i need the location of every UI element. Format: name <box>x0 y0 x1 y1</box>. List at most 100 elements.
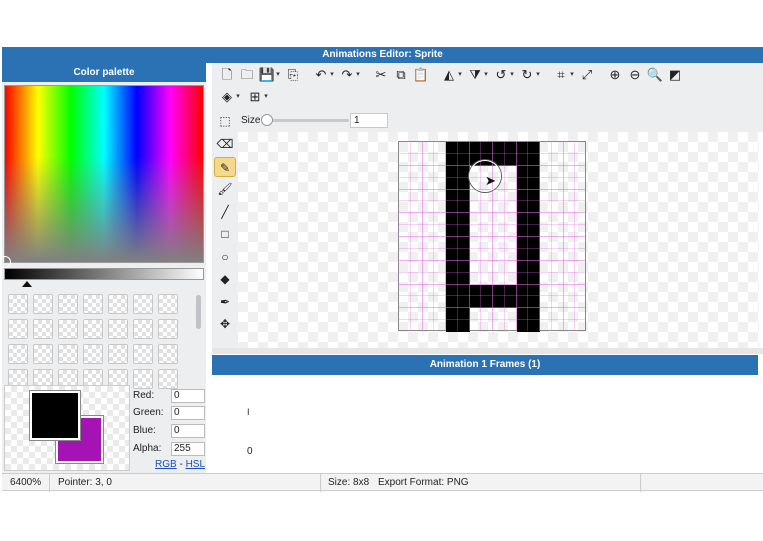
sprite-pixel <box>516 142 540 166</box>
dropdown-caret-icon[interactable]: ▾ <box>274 66 282 84</box>
alpha-label: Alpha: <box>133 443 162 454</box>
dropdown-caret-icon[interactable]: ▾ <box>508 66 516 84</box>
palette-swatch[interactable] <box>8 319 28 339</box>
pixel-grid-line <box>398 307 586 309</box>
sprite-pixel <box>446 213 470 237</box>
palette-swatch[interactable] <box>133 369 153 389</box>
palette-swatch[interactable] <box>158 344 178 364</box>
ellipse-tool-icon[interactable]: ○ <box>214 247 236 267</box>
dropdown-caret-icon[interactable]: ▾ <box>482 66 490 84</box>
brush-tool-icon[interactable]: 🖌 <box>214 179 236 199</box>
size-input[interactable]: 1 <box>350 113 388 128</box>
zoom-fit-icon[interactable]: 🔍 <box>646 66 664 84</box>
palette-swatch[interactable] <box>133 344 153 364</box>
brightness-slider[interactable] <box>4 268 204 280</box>
cut-icon[interactable]: ✂ <box>372 66 390 84</box>
palette-swatch[interactable] <box>108 344 128 364</box>
palette-swatch[interactable] <box>58 344 78 364</box>
size-slider-thumb[interactable] <box>261 114 273 126</box>
alpha-input[interactable]: 255 <box>171 442 205 456</box>
red-label: Red: <box>133 390 155 401</box>
paste-icon[interactable]: 📋 <box>412 66 430 84</box>
sprite-pixel <box>469 284 493 309</box>
fill-tool-icon[interactable]: ◆ <box>214 269 236 289</box>
dropdown-caret-icon[interactable]: ▾ <box>568 66 576 84</box>
palette-swatch[interactable] <box>133 319 153 339</box>
color-spectrum[interactable] <box>4 85 204 263</box>
brightness-marker[interactable] <box>22 281 32 287</box>
blue-label: Blue: <box>133 425 156 436</box>
selection-icon[interactable]: ⬚ <box>216 112 234 130</box>
resize-icon[interactable]: ⤢ <box>578 66 596 84</box>
line-tool-icon[interactable]: ╱ <box>214 202 236 222</box>
import-icon[interactable]: ⎘ <box>284 66 302 84</box>
frame-marker[interactable]: I <box>247 407 250 417</box>
eraser-tool-icon[interactable]: ⌫ <box>214 134 236 154</box>
palette-swatch[interactable] <box>83 319 103 339</box>
foreground-color-swatch[interactable] <box>30 391 80 440</box>
palette-swatch[interactable] <box>133 294 153 314</box>
palette-swatch[interactable] <box>33 294 53 314</box>
status-bar: 6400% Pointer: 3, 0 Size: 8x8 Export For… <box>2 473 763 492</box>
palette-swatch[interactable] <box>33 344 53 364</box>
palette-swatch[interactable] <box>158 319 178 339</box>
palette-swatch[interactable] <box>83 294 103 314</box>
blue-input[interactable]: 0 <box>171 424 205 438</box>
green-label: Green: <box>133 407 164 418</box>
pixel-grid-line <box>398 319 586 321</box>
pixel-grid-line <box>398 236 586 237</box>
rectangle-tool-icon[interactable]: □ <box>214 224 236 244</box>
dropdown-caret-icon[interactable]: ▾ <box>534 66 542 84</box>
size-slider-track[interactable] <box>265 119 349 122</box>
sprite-pixel <box>516 213 540 237</box>
link-separator: - <box>176 459 186 470</box>
move-tool-icon[interactable]: ✥ <box>214 314 236 334</box>
copy-icon[interactable]: ⧉ <box>392 66 410 84</box>
window-title: Animations Editor: Sprite <box>2 47 763 63</box>
pixel-grid-line <box>398 295 586 297</box>
dropdown-caret-icon[interactable]: ▾ <box>262 88 270 106</box>
transparency-icon[interactable]: ◩ <box>666 66 684 84</box>
palette-swatch[interactable] <box>158 294 178 314</box>
hsl-link[interactable]: HSL <box>186 459 205 470</box>
palette-swatch[interactable] <box>108 319 128 339</box>
pixel-grid-line <box>539 141 540 331</box>
new-file-icon[interactable]: 🗋 <box>218 66 236 84</box>
sprite-pixel <box>446 237 470 261</box>
dropdown-caret-icon[interactable]: ▾ <box>354 66 362 84</box>
red-input[interactable]: 0 <box>171 389 205 403</box>
status-divider <box>49 474 50 492</box>
rgb-link[interactable]: RGB <box>155 459 177 470</box>
zoom-out-icon[interactable]: ⊖ <box>626 66 644 84</box>
palette-swatch[interactable] <box>58 319 78 339</box>
palette-swatch[interactable] <box>58 294 78 314</box>
palette-swatch[interactable] <box>8 294 28 314</box>
palette-scrollbar[interactable] <box>196 295 201 329</box>
eyedropper-tool-icon[interactable]: ✒ <box>214 292 236 312</box>
palette-swatch[interactable] <box>158 369 178 389</box>
palette-swatch[interactable] <box>33 319 53 339</box>
sprite-pixel <box>516 284 540 309</box>
color-palette-title: Color palette <box>2 63 206 82</box>
sprite-pixel <box>516 237 540 261</box>
open-folder-icon[interactable]: 🗀 <box>238 66 256 84</box>
sprite-pixel <box>516 189 540 214</box>
zoom-in-icon[interactable]: ⊕ <box>606 66 624 84</box>
pixel-grid-line <box>398 259 586 261</box>
sprite-pixel <box>446 189 470 214</box>
dropdown-caret-icon[interactable]: ▾ <box>328 66 336 84</box>
pixel-grid-line <box>515 141 517 331</box>
frames-panel <box>212 375 758 473</box>
pixel-grid-line <box>574 141 576 331</box>
canvas-scrollbar[interactable] <box>212 348 763 354</box>
palette-swatch[interactable] <box>108 294 128 314</box>
pencil-tool-icon[interactable]: ✎ <box>214 156 236 177</box>
green-input[interactable]: 0 <box>171 406 205 420</box>
dropdown-caret-icon[interactable]: ▾ <box>456 66 464 84</box>
frame-index[interactable]: 0 <box>247 446 253 457</box>
palette-swatch[interactable] <box>83 344 103 364</box>
size-label: Size <box>241 115 261 126</box>
status-divider <box>640 474 641 492</box>
palette-swatch[interactable] <box>8 344 28 364</box>
dropdown-caret-icon[interactable]: ▾ <box>234 88 242 106</box>
